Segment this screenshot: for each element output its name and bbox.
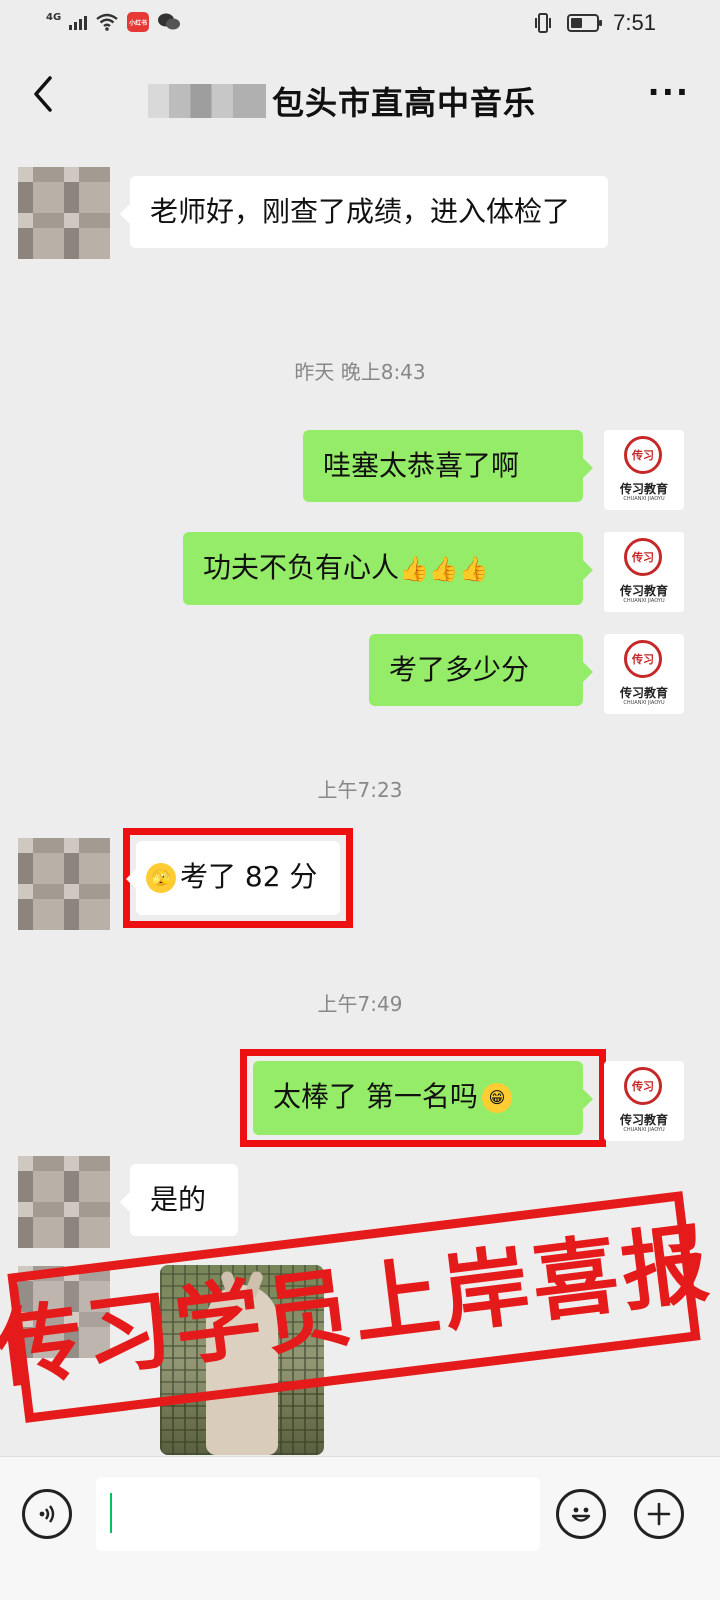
smiley-icon: [571, 1507, 591, 1522]
more-functions-icon[interactable]: [634, 1489, 684, 1539]
grin-emoji: 😁: [481, 1083, 512, 1113]
blurred-contact-name: [148, 84, 266, 118]
logo-subtitle: CHUANXI JIAOYU: [623, 496, 665, 502]
status-right: 7:51: [533, 10, 656, 36]
logo-subtitle: CHUANXI JIAOYU: [623, 598, 665, 604]
message-text: 功夫不负有心人: [203, 551, 400, 584]
battery-icon: [567, 14, 603, 32]
logo-subtitle: CHUANXI JIAOYU: [623, 1127, 665, 1133]
contact-avatar[interactable]: [18, 838, 110, 930]
chat-title: 包头市直高中音乐: [272, 84, 537, 122]
vibrate-icon: [535, 13, 552, 33]
logo-name: 传习教育: [619, 686, 668, 700]
message-text: 太棒了 第一名吗: [273, 1080, 478, 1113]
message-bubble-incoming[interactable]: 🫣 考了 82 分: [126, 841, 340, 915]
message-input[interactable]: [96, 1477, 540, 1551]
chat-header: 包头市直高中音乐 ···: [0, 48, 720, 144]
message-bubble-outgoing[interactable]: 考了多少分: [369, 634, 593, 706]
logo-name: 传习教育: [619, 584, 668, 598]
contact-avatar[interactable]: [18, 1156, 110, 1248]
contact-avatar[interactable]: [18, 167, 110, 259]
status-left: 4G 小红书: [46, 12, 181, 32]
timestamp: 上午7:23: [317, 778, 403, 802]
timestamp: 上午7:49: [317, 992, 403, 1016]
message-text: 考了 82 分: [180, 860, 318, 893]
network-type: 4G: [46, 12, 62, 23]
message-bubble-incoming[interactable]: 老师好，刚查了成绩，进入体检了: [120, 176, 608, 248]
more-options-icon[interactable]: ···: [648, 76, 690, 108]
chuanxi-logo-icon: 传习: [624, 538, 662, 576]
message-bubble-incoming[interactable]: 是的: [120, 1164, 238, 1236]
chuanxi-logo-icon: 传习: [624, 1067, 662, 1105]
own-avatar[interactable]: 传习 传习教育 CHUANXI JIAOYU: [604, 1061, 684, 1141]
own-avatar[interactable]: 传习 传习教育 CHUANXI JIAOYU: [604, 532, 684, 612]
message-bubble-outgoing[interactable]: 哇塞太恭喜了啊: [303, 430, 593, 502]
status-bar: 4G 小红书 7:51: [0, 0, 720, 48]
voice-wave-icon: [39, 1505, 55, 1523]
logo-subtitle: CHUANXI JIAOYU: [623, 700, 665, 706]
emoji-picker-icon[interactable]: [556, 1489, 606, 1539]
input-bar: [0, 1456, 720, 1600]
thumbs-up-emoji: 👍👍👍: [399, 555, 489, 583]
logo-name: 传习教育: [619, 482, 668, 496]
plus-icon: [647, 1502, 671, 1526]
signal-icon: [69, 14, 88, 30]
timestamp: 昨天 晚上8:43: [294, 360, 426, 384]
chat-title-wrap: 包头市直高中音乐: [148, 78, 536, 124]
message-bubble-outgoing[interactable]: 功夫不负有心人👍👍👍: [183, 532, 593, 605]
wifi-icon: [96, 13, 118, 31]
wechat-icon: [158, 13, 181, 30]
back-arrow-icon[interactable]: [24, 70, 64, 118]
own-avatar[interactable]: 传习 传习教育 CHUANXI JIAOYU: [604, 634, 684, 714]
message-bubble-outgoing[interactable]: 太棒了 第一名吗 😁: [253, 1061, 593, 1135]
voice-input-icon[interactable]: [22, 1489, 72, 1539]
peeking-emoji: 🫣: [146, 863, 176, 893]
logo-name: 传习教育: [619, 1113, 668, 1127]
own-avatar[interactable]: 传习 传习教育 CHUANXI JIAOYU: [604, 430, 684, 510]
text-caret: [110, 1493, 112, 1533]
clock: 7:51: [613, 10, 656, 35]
chuanxi-logo-icon: 传习: [624, 436, 662, 474]
xiaohongshu-app-icon: 小红书: [127, 12, 150, 32]
chuanxi-logo-icon: 传习: [624, 640, 662, 678]
